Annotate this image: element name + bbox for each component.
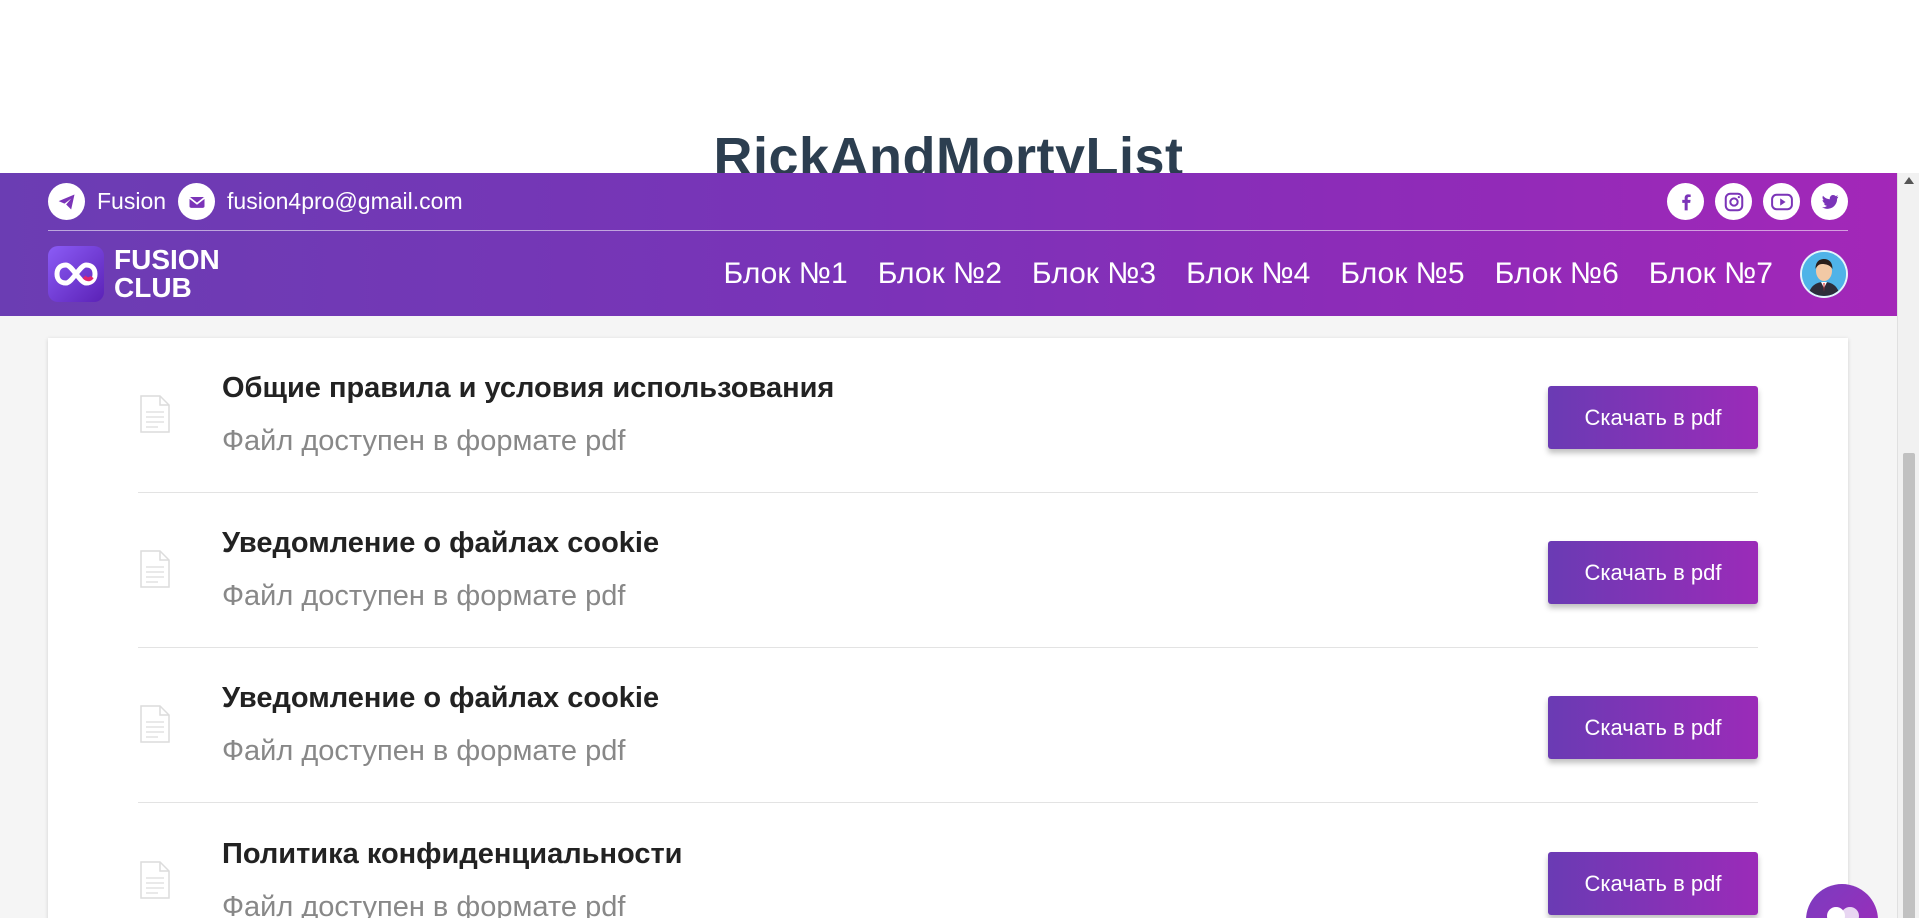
document-icon xyxy=(140,550,170,588)
download-pdf-button[interactable]: Скачать в pdf xyxy=(1548,852,1758,915)
telegram-contact[interactable]: Fusion xyxy=(48,183,166,220)
site-header: Fusion fusion4pro@gmail.com FUSION CLUB … xyxy=(0,173,1897,316)
infinity-logo-icon xyxy=(48,245,104,302)
nav-item-block-3[interactable]: Блок №3 xyxy=(1032,257,1156,291)
document-icon xyxy=(140,705,170,743)
document-title: Уведомление о файлах cookie xyxy=(222,682,660,714)
document-icon xyxy=(140,861,170,899)
contact-bar: Fusion fusion4pro@gmail.com xyxy=(48,173,1848,231)
download-pdf-button[interactable]: Скачать в pdf xyxy=(1548,541,1758,604)
document-icon xyxy=(140,395,170,433)
email-label: fusion4pro@gmail.com xyxy=(227,188,463,214)
scroll-up-arrow-icon[interactable] xyxy=(1904,177,1914,184)
avatar[interactable] xyxy=(1800,249,1848,298)
nav-item-block-7[interactable]: Блок №7 xyxy=(1649,257,1773,291)
document-subtitle: Файл доступен в формате pdf xyxy=(222,425,626,457)
list-item: Уведомление о файлах cookie Файл доступе… xyxy=(138,493,1758,648)
social-links xyxy=(1667,183,1848,220)
scrollbar-thumb[interactable] xyxy=(1903,453,1915,918)
nav-item-block-1[interactable]: Блок №1 xyxy=(723,257,847,291)
logo-line2: CLUB xyxy=(114,271,192,303)
instagram-icon[interactable] xyxy=(1715,183,1752,220)
twitter-icon[interactable] xyxy=(1811,183,1848,220)
main-nav: FUSION CLUB Блок №1 Блок №2 Блок №3 Блок… xyxy=(48,231,1848,316)
nav-item-block-2[interactable]: Блок №2 xyxy=(878,257,1002,291)
logo-line1: FUSION xyxy=(114,243,220,275)
download-pdf-button[interactable]: Скачать в pdf xyxy=(1548,696,1758,759)
list-item: Политика конфиденциальности Файл доступе… xyxy=(138,804,1758,918)
document-title: Общие правила и условия использования xyxy=(222,372,835,404)
document-title: Политика конфиденциальности xyxy=(222,838,683,870)
nav-links: Блок №1 Блок №2 Блок №3 Блок №4 Блок №5 … xyxy=(723,257,1773,291)
chat-widget-button[interactable] xyxy=(1806,884,1878,918)
facebook-icon[interactable] xyxy=(1667,183,1704,220)
nav-item-block-6[interactable]: Блок №6 xyxy=(1495,257,1619,291)
telegram-icon xyxy=(48,183,85,220)
chat-icon xyxy=(1827,907,1859,918)
list-item: Уведомление о файлах cookie Файл доступе… xyxy=(138,648,1758,803)
telegram-label: Fusion xyxy=(97,188,167,214)
logo[interactable]: FUSION CLUB xyxy=(48,243,220,303)
mail-icon xyxy=(178,183,216,220)
document-subtitle: Файл доступен в формате pdf xyxy=(222,735,626,767)
vertical-scrollbar[interactable] xyxy=(1897,173,1919,918)
youtube-icon[interactable] xyxy=(1763,183,1800,220)
documents-card: Общие правила и условия использования Фа… xyxy=(48,338,1848,918)
nav-item-block-4[interactable]: Блок №4 xyxy=(1186,257,1310,291)
download-pdf-button[interactable]: Скачать в pdf xyxy=(1548,386,1758,449)
email-contact[interactable]: fusion4pro@gmail.com xyxy=(178,183,463,220)
document-subtitle: Файл доступен в формате pdf xyxy=(222,580,626,612)
document-subtitle: Файл доступен в формате pdf xyxy=(222,891,626,918)
document-title: Уведомление о файлах cookie xyxy=(222,527,660,559)
logo-text: FUSION CLUB xyxy=(114,243,220,303)
list-item: Общие правила и условия использования Фа… xyxy=(138,338,1758,493)
nav-item-block-5[interactable]: Блок №5 xyxy=(1340,257,1464,291)
